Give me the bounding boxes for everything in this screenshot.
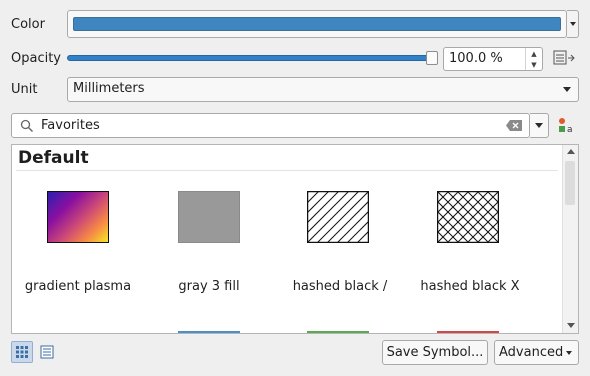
symbol-item-partial[interactable] [437, 331, 499, 333]
symbol-thumbnail [178, 191, 240, 243]
chevron-down-icon [535, 123, 543, 128]
color-label: Color [11, 17, 45, 32]
unit-label: Unit [11, 82, 38, 97]
symbol-search-input[interactable]: Favorites [11, 113, 530, 138]
symbol-item-partial[interactable] [178, 331, 240, 333]
symbol-item-partial[interactable] [307, 331, 369, 333]
scrollbar-thumb[interactable] [565, 161, 575, 205]
grid-view-icon [16, 346, 28, 358]
icon-view-button[interactable] [11, 341, 33, 363]
symbol-label: hashed black X [420, 279, 520, 294]
group-header: Default [18, 148, 89, 168]
svg-text:a: a [567, 125, 573, 134]
spin-down-icon[interactable]: ▼ [531, 61, 536, 69]
list-view-button[interactable] [36, 341, 58, 363]
search-icon [20, 119, 33, 132]
symbol-list[interactable]: Default gradient plasma gray 3 fill hash… [11, 144, 579, 334]
style-manager-button[interactable]: a [557, 116, 575, 138]
save-symbol-button[interactable]: Save Symbol... [382, 340, 488, 365]
symbol-thumbnail [47, 191, 109, 243]
scroll-up-icon[interactable] [567, 149, 575, 154]
color-swatch [73, 17, 561, 31]
opacity-spinbox[interactable]: 100.0 % ▲ ▼ [443, 47, 543, 71]
data-defined-icon [553, 50, 575, 65]
unit-value: Millimeters [73, 81, 145, 96]
search-filter-dropdown[interactable] [530, 113, 549, 138]
clear-text-icon[interactable] [506, 120, 522, 131]
spin-up-icon[interactable]: ▲ [531, 50, 536, 58]
advanced-label: Advanced [499, 345, 564, 360]
opacity-value: 100.0 % [449, 51, 503, 66]
chevron-down-icon [563, 87, 571, 92]
symbol-label: gradient plasma [24, 279, 132, 294]
scroll-down-icon[interactable] [567, 323, 575, 328]
chevron-down-icon [569, 22, 576, 26]
chevron-down-icon [566, 351, 572, 355]
color-button[interactable] [67, 10, 567, 38]
list-view-icon [40, 345, 54, 359]
opacity-slider[interactable] [67, 55, 433, 61]
symbol-label: hashed black / [292, 279, 388, 294]
opacity-label: Opacity [11, 51, 62, 66]
search-value: Favorites [41, 118, 100, 133]
data-defined-override-button[interactable] [552, 48, 576, 72]
opacity-slider-handle[interactable] [426, 51, 438, 65]
symbol-thumbnail [307, 191, 369, 243]
unit-combobox[interactable]: Millimeters [67, 77, 579, 102]
group-divider [16, 170, 558, 171]
style-manager-icon: a [559, 118, 573, 135]
symbol-label: gray 3 fill [178, 279, 240, 294]
symbol-thumbnail [437, 191, 499, 243]
advanced-button[interactable]: Advanced [494, 340, 579, 365]
color-menu-button[interactable] [567, 10, 579, 38]
vertical-scrollbar[interactable] [562, 145, 578, 333]
